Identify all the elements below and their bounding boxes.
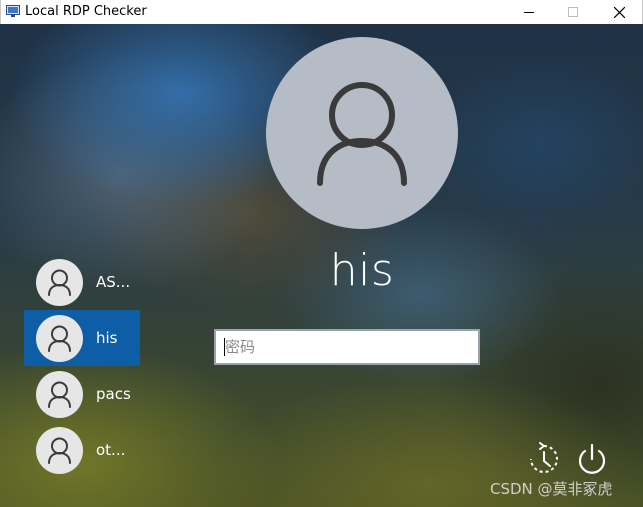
- user-avatar: [36, 315, 83, 362]
- user-item-label: AS...: [96, 273, 131, 291]
- maximize-button[interactable]: [550, 0, 596, 24]
- ease-of-access-icon: [530, 442, 558, 473]
- app-icon: [6, 5, 20, 17]
- user-item-his[interactable]: his: [24, 310, 140, 366]
- password-input[interactable]: [216, 331, 478, 363]
- login-screen: his AS... his pacs ot... CSDN @莫非冢虎: [0, 24, 643, 507]
- ease-of-access-button[interactable]: [526, 442, 562, 478]
- user-avatar: [36, 427, 83, 474]
- maximize-icon: [568, 7, 578, 17]
- power-icon: [578, 443, 606, 474]
- selected-user-avatar: [266, 37, 458, 229]
- user-item-label: ot...: [96, 441, 126, 459]
- user-icon: [48, 325, 71, 352]
- minimize-button[interactable]: [506, 0, 552, 24]
- user-icon: [48, 437, 71, 464]
- close-button[interactable]: [596, 0, 642, 24]
- password-field[interactable]: [214, 329, 480, 365]
- user-list: AS... his pacs ot...: [24, 254, 140, 478]
- minimize-icon: [524, 12, 534, 13]
- text-caret: [224, 338, 225, 356]
- watermark: CSDN @莫非冢虎: [490, 480, 613, 498]
- user-item-pacs[interactable]: pacs: [24, 366, 140, 422]
- title-bar: Local RDP Checker: [0, 0, 643, 24]
- user-item-ot[interactable]: ot...: [24, 422, 140, 478]
- user-icon: [48, 381, 71, 408]
- user-avatar: [36, 259, 83, 306]
- user-icon: [317, 82, 407, 186]
- user-avatar: [36, 371, 83, 418]
- window-title: Local RDP Checker: [25, 4, 147, 19]
- user-item-label: his: [96, 329, 118, 347]
- user-item-label: pacs: [96, 385, 131, 403]
- user-item-as[interactable]: AS...: [24, 254, 140, 310]
- power-button[interactable]: [574, 442, 610, 478]
- selected-username: his: [329, 245, 395, 296]
- close-icon: [613, 6, 625, 18]
- user-icon: [48, 269, 71, 296]
